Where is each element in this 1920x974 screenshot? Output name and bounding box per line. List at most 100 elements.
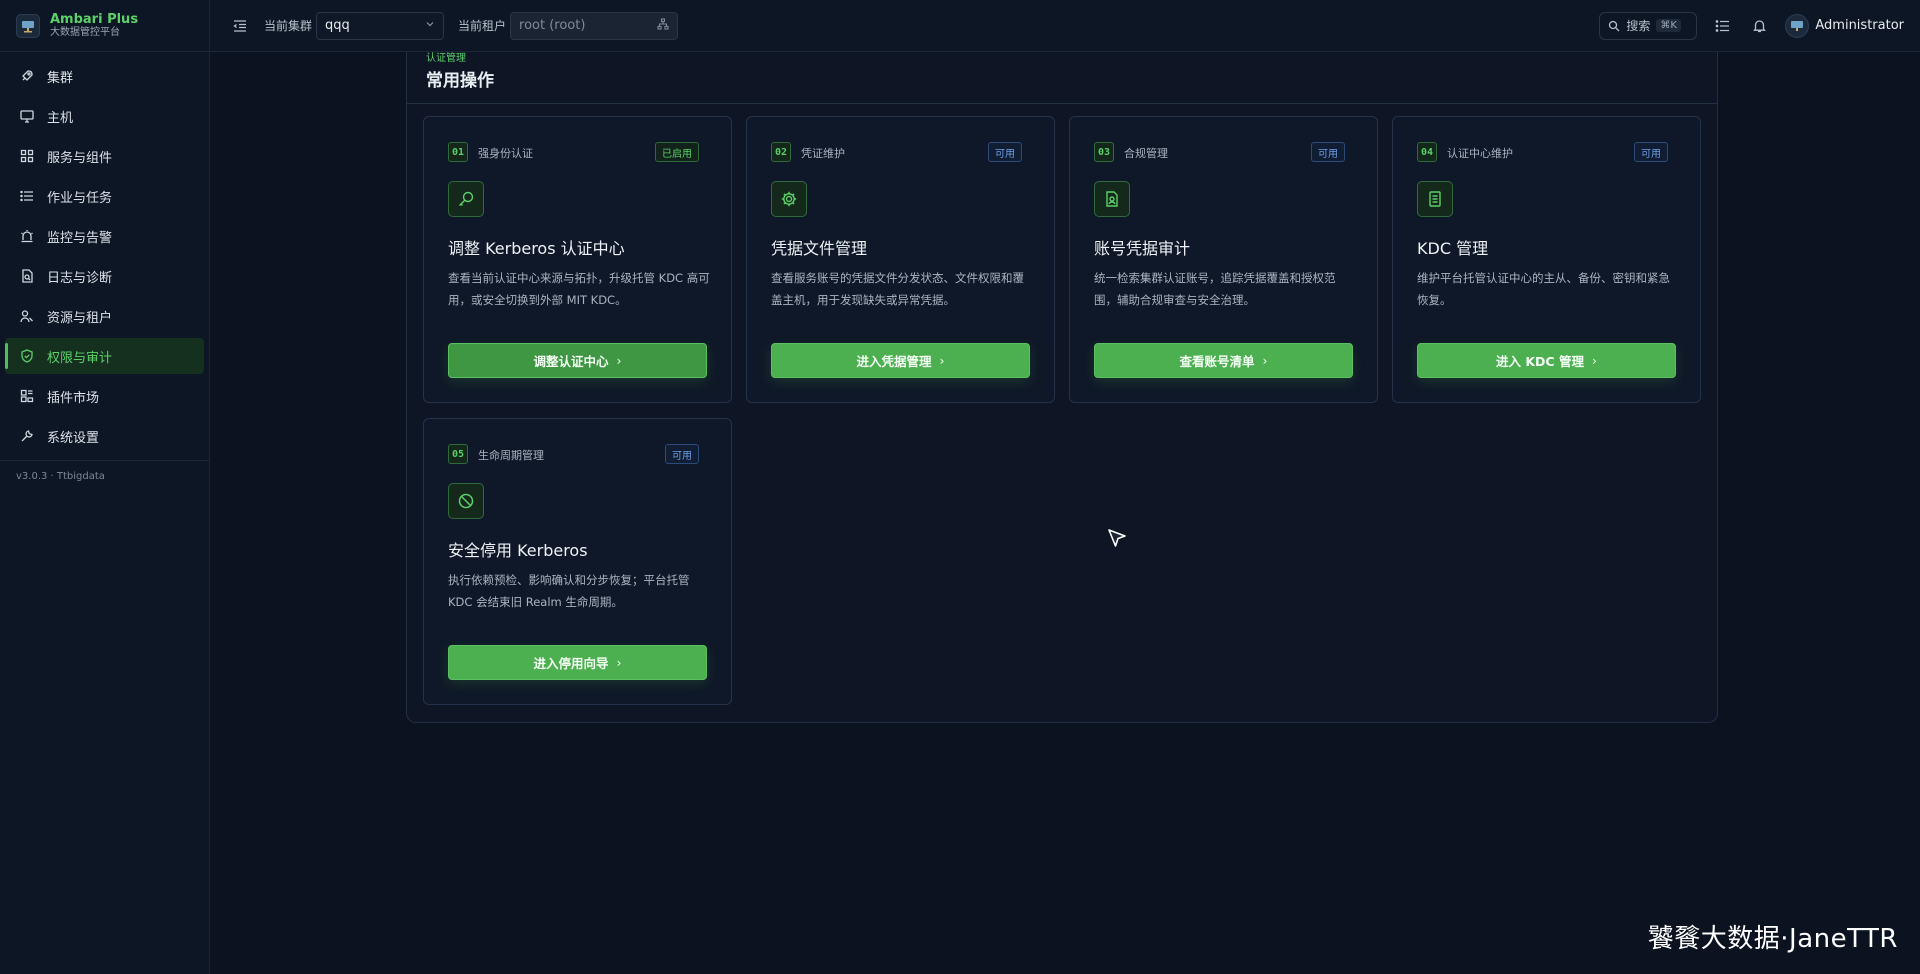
shield-icon (19, 348, 35, 364)
sidebar-item-services[interactable]: 服务与组件 (5, 138, 204, 174)
chevron-right-icon: › (616, 353, 622, 368)
operation-card-kdc-management: 04 认证中心维护 可用 KDC 管理 维护平台托管认证中心的主从、备份、密钥和… (1392, 116, 1701, 403)
sidebar-item-label: 集群 (47, 70, 74, 86)
enter-disable-wizard-button[interactable]: 进入停用向导 › (448, 645, 707, 680)
card-kicker: 生命周期管理 (478, 449, 544, 462)
card-title: KDC 管理 (1417, 239, 1489, 258)
search-shortcut: ⌘K (1656, 19, 1681, 32)
gear-icon (771, 181, 807, 217)
header-right: 搜索 ⌘K Administrator (1599, 11, 1904, 40)
rocket-icon (19, 68, 35, 84)
user-name[interactable]: Administrator (1815, 18, 1904, 33)
avatar[interactable] (1785, 13, 1810, 38)
card-title: 调整 Kerberos 认证中心 (448, 239, 625, 258)
card-description: 统一检索集群认证账号，追踪凭据覆盖和授权范围，辅助合规审查与安全治理。 (1094, 271, 1336, 307)
sidebar-item-settings[interactable]: 系统设置 (5, 418, 204, 454)
tree-icon (657, 17, 669, 34)
server-icon (1417, 181, 1453, 217)
status-badge: 可用 (665, 444, 699, 464)
card-title: 凭据文件管理 (771, 239, 868, 258)
version-text: v3.0.3 · Ttbigdata (16, 471, 105, 482)
mouse-cursor-icon (1106, 527, 1128, 549)
status-badge: 已启用 (655, 142, 699, 162)
sidebar-item-label: 插件市场 (47, 390, 100, 406)
sidebar-item-label: 服务与组件 (47, 150, 113, 166)
watermark: 饕餮大数据·JaneTTR (1647, 924, 1898, 954)
sidebar-item-cluster[interactable]: 集群 (5, 58, 204, 94)
enter-credential-management-button[interactable]: 进入凭据管理 › (771, 343, 1030, 378)
button-label: 进入 KDC 管理 (1496, 354, 1584, 369)
search-label: 搜索 (1626, 19, 1651, 33)
log-icon (19, 268, 35, 284)
card-title: 安全停用 Kerberos (448, 541, 588, 560)
plugin-icon (19, 388, 35, 404)
chevron-right-icon: › (1262, 353, 1268, 368)
top-header: 当前集群 qqq 当前租户 root (root) 搜索 ⌘K Administ… (210, 0, 1920, 52)
bell-icon[interactable] (1749, 16, 1769, 36)
card-description: 维护平台托管认证中心的主从、备份、密钥和紧急恢复。 (1417, 271, 1670, 307)
button-label: 查看账号清单 (1179, 354, 1255, 369)
tenant-label: 当前租户 (458, 19, 507, 33)
brand-subtitle: 大数据管控平台 (50, 27, 120, 38)
sidebar: Ambari Plus 大数据管控平台 集群 主机 服务与组件 作业与任务 监控… (0, 0, 210, 974)
status-badge: 可用 (988, 142, 1022, 162)
logo-icon (16, 13, 40, 38)
tenant-input[interactable]: root (root) (510, 11, 679, 40)
sidebar-item-hosts[interactable]: 主机 (5, 98, 204, 134)
operation-card-kerberos-center: 01 强身份认证 已启用 调整 Kerberos 认证中心 查看当前认证中心来源… (423, 116, 732, 403)
sidebar-item-label: 权限与审计 (47, 350, 113, 366)
button-label: 进入凭据管理 (856, 354, 932, 369)
card-kicker: 凭证维护 (801, 147, 845, 160)
sidebar-toggle-icon[interactable] (230, 16, 250, 36)
card-description: 查看服务账号的凭据文件分发状态、文件权限和覆盖主机，用于发现缺失或异常凭据。 (771, 271, 1024, 307)
cluster-value: qqq (325, 18, 350, 33)
task-list-icon[interactable] (1713, 16, 1733, 36)
wrench-icon (19, 428, 35, 444)
search-icon (1608, 20, 1620, 32)
sidebar-nav: 集群 主机 服务与组件 作业与任务 监控与告警 日志与诊断 资源与租户 权限与审… (0, 52, 209, 454)
sidebar-item-label: 日志与诊断 (47, 270, 113, 286)
monitor-icon (19, 108, 35, 124)
panel-divider (407, 103, 1717, 104)
cluster-select[interactable]: qqq (316, 11, 445, 40)
chevron-down-icon (425, 18, 435, 33)
audit-file-icon (1094, 181, 1130, 217)
operation-card-account-audit: 03 合规管理 可用 账号凭据审计 统一检索集群认证账号，追踪凭据覆盖和授权范围… (1069, 116, 1378, 403)
sidebar-item-jobs[interactable]: 作业与任务 (5, 178, 204, 214)
card-kicker: 认证中心维护 (1447, 147, 1513, 160)
grid-icon (19, 148, 35, 164)
brand-title: Ambari Plus (50, 12, 139, 27)
sidebar-item-logs[interactable]: 日志与诊断 (5, 258, 204, 294)
alarm-icon (19, 228, 35, 244)
card-kicker: 合规管理 (1124, 147, 1168, 160)
sidebar-item-permissions[interactable]: 权限与审计 (5, 338, 204, 374)
page-title: 常用操作 (426, 71, 494, 91)
chevron-right-icon: › (1591, 353, 1597, 368)
chevron-right-icon: › (616, 655, 622, 670)
enter-kdc-management-button[interactable]: 进入 KDC 管理 › (1417, 343, 1676, 378)
button-label: 调整认证中心 (533, 354, 609, 369)
button-label: 进入停用向导 (533, 656, 609, 671)
search-button[interactable]: 搜索 ⌘K (1599, 11, 1698, 40)
brand[interactable]: Ambari Plus 大数据管控平台 (0, 0, 209, 52)
card-title: 账号凭据审计 (1094, 239, 1191, 258)
sidebar-item-monitoring[interactable]: 监控与告警 (5, 218, 204, 254)
card-number: 03 (1094, 142, 1114, 162)
section-eyebrow: 认证管理 (426, 53, 466, 64)
adjust-auth-center-button[interactable]: 调整认证中心 › (448, 343, 707, 378)
card-kicker: 强身份认证 (478, 147, 533, 160)
users-icon (19, 308, 35, 324)
list-icon (19, 188, 35, 204)
sidebar-item-resources[interactable]: 资源与租户 (5, 298, 204, 334)
sidebar-item-plugins[interactable]: 插件市场 (5, 378, 204, 414)
card-number: 02 (771, 142, 791, 162)
chevron-right-icon: › (939, 353, 945, 368)
status-badge: 可用 (1311, 142, 1345, 162)
operation-card-credential-files: 02 凭证维护 可用 凭据文件管理 查看服务账号的凭据文件分发状态、文件权限和覆… (746, 116, 1055, 403)
view-account-list-button[interactable]: 查看账号清单 › (1094, 343, 1353, 378)
common-operations-panel: 认证管理 常用操作 01 强身份认证 已启用 调整 Kerberos 认证中心 … (406, 52, 1718, 723)
card-description: 查看当前认证中心来源与拓扑，升级托管 KDC 高可用，或安全切换到外部 MIT … (448, 271, 710, 307)
sidebar-item-label: 监控与告警 (47, 230, 113, 246)
card-description: 执行依赖预检、影响确认和分步恢复；平台托管 KDC 会结束旧 Realm 生命周… (448, 573, 690, 609)
card-number: 01 (448, 142, 468, 162)
